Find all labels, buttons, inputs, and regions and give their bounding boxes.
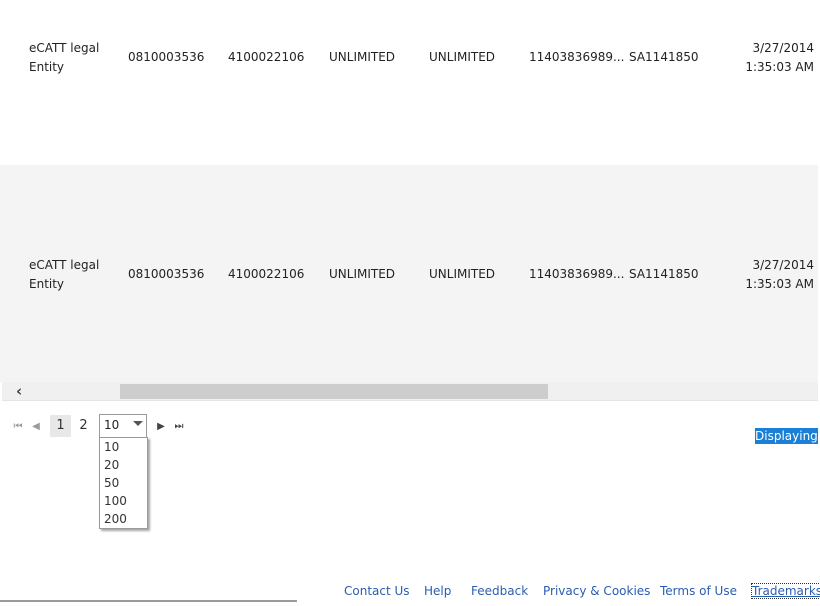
account-number-cell: 0810003536 <box>128 50 205 64</box>
limit-cell: UNLIMITED <box>329 50 396 64</box>
footer-link-help[interactable]: Help <box>424 584 451 598</box>
page-2-button[interactable]: 2 <box>73 415 94 437</box>
limit-cell: UNLIMITED <box>329 267 396 281</box>
scrollbar-thumb[interactable] <box>120 384 548 399</box>
page-size-option[interactable]: 200 <box>100 510 147 528</box>
footer-link-terms-of-use[interactable]: Terms of Use <box>660 584 737 598</box>
bottom-scrollbar-edge <box>0 600 297 602</box>
id-cell: 11403836989... <box>529 267 625 281</box>
footer-link-trademarks[interactable]: Trademarks <box>750 583 820 599</box>
previous-page-icon[interactable]: ◀ <box>29 414 43 440</box>
last-page-icon[interactable]: ⏭ <box>172 414 186 440</box>
first-page-icon[interactable]: ⏮ <box>11 414 25 440</box>
footer-link-feedback[interactable]: Feedback <box>471 584 528 598</box>
sa-number-cell: SA1141850 <box>629 267 699 281</box>
contract-number-cell: 4100022106 <box>228 267 305 281</box>
page-size-value: 10 <box>104 418 120 432</box>
contract-number-cell: 4100022106 <box>228 50 305 64</box>
page-size-option[interactable]: 100 <box>100 492 147 510</box>
page-size-dropdown: 10 20 50 100 200 <box>99 437 148 529</box>
legal-entity-cell: eCATT legal Entity <box>29 258 100 291</box>
footer-link-privacy-cookies[interactable]: Privacy & Cookies <box>543 584 650 598</box>
id-cell: 11403836989... <box>529 50 625 64</box>
page-size-option[interactable]: 50 <box>100 474 147 492</box>
account-number-cell: 0810003536 <box>128 267 205 281</box>
quota-cell: UNLIMITED <box>429 50 496 64</box>
chevron-left-icon[interactable]: ‹ <box>16 382 32 400</box>
datetime-cell: 3/27/2014 1:35:03 AM <box>745 41 814 74</box>
quota-cell: UNLIMITED <box>429 267 496 281</box>
page-size-option[interactable]: 20 <box>100 456 147 474</box>
sa-number-cell: SA1141850 <box>629 50 699 64</box>
page-size-option[interactable]: 10 <box>100 438 147 456</box>
chevron-down-icon <box>133 421 143 426</box>
table-row[interactable]: eCATT legal Entity 0810003536 4100022106… <box>0 0 818 163</box>
table-row[interactable]: eCATT legal Entity 0810003536 4100022106… <box>0 165 818 382</box>
legal-entity-cell: eCATT legal Entity <box>29 41 100 74</box>
displaying-status: Displaying it <box>755 428 818 444</box>
page-1-button[interactable]: 1 <box>50 415 71 437</box>
page-size-select[interactable]: 10 <box>99 414 147 438</box>
horizontal-scrollbar[interactable]: ‹ <box>2 382 818 401</box>
footer-link-contact-us[interactable]: Contact Us <box>344 584 410 598</box>
datetime-cell: 3/27/2014 1:35:03 AM <box>745 258 814 291</box>
next-page-icon[interactable]: ▶ <box>154 414 168 440</box>
